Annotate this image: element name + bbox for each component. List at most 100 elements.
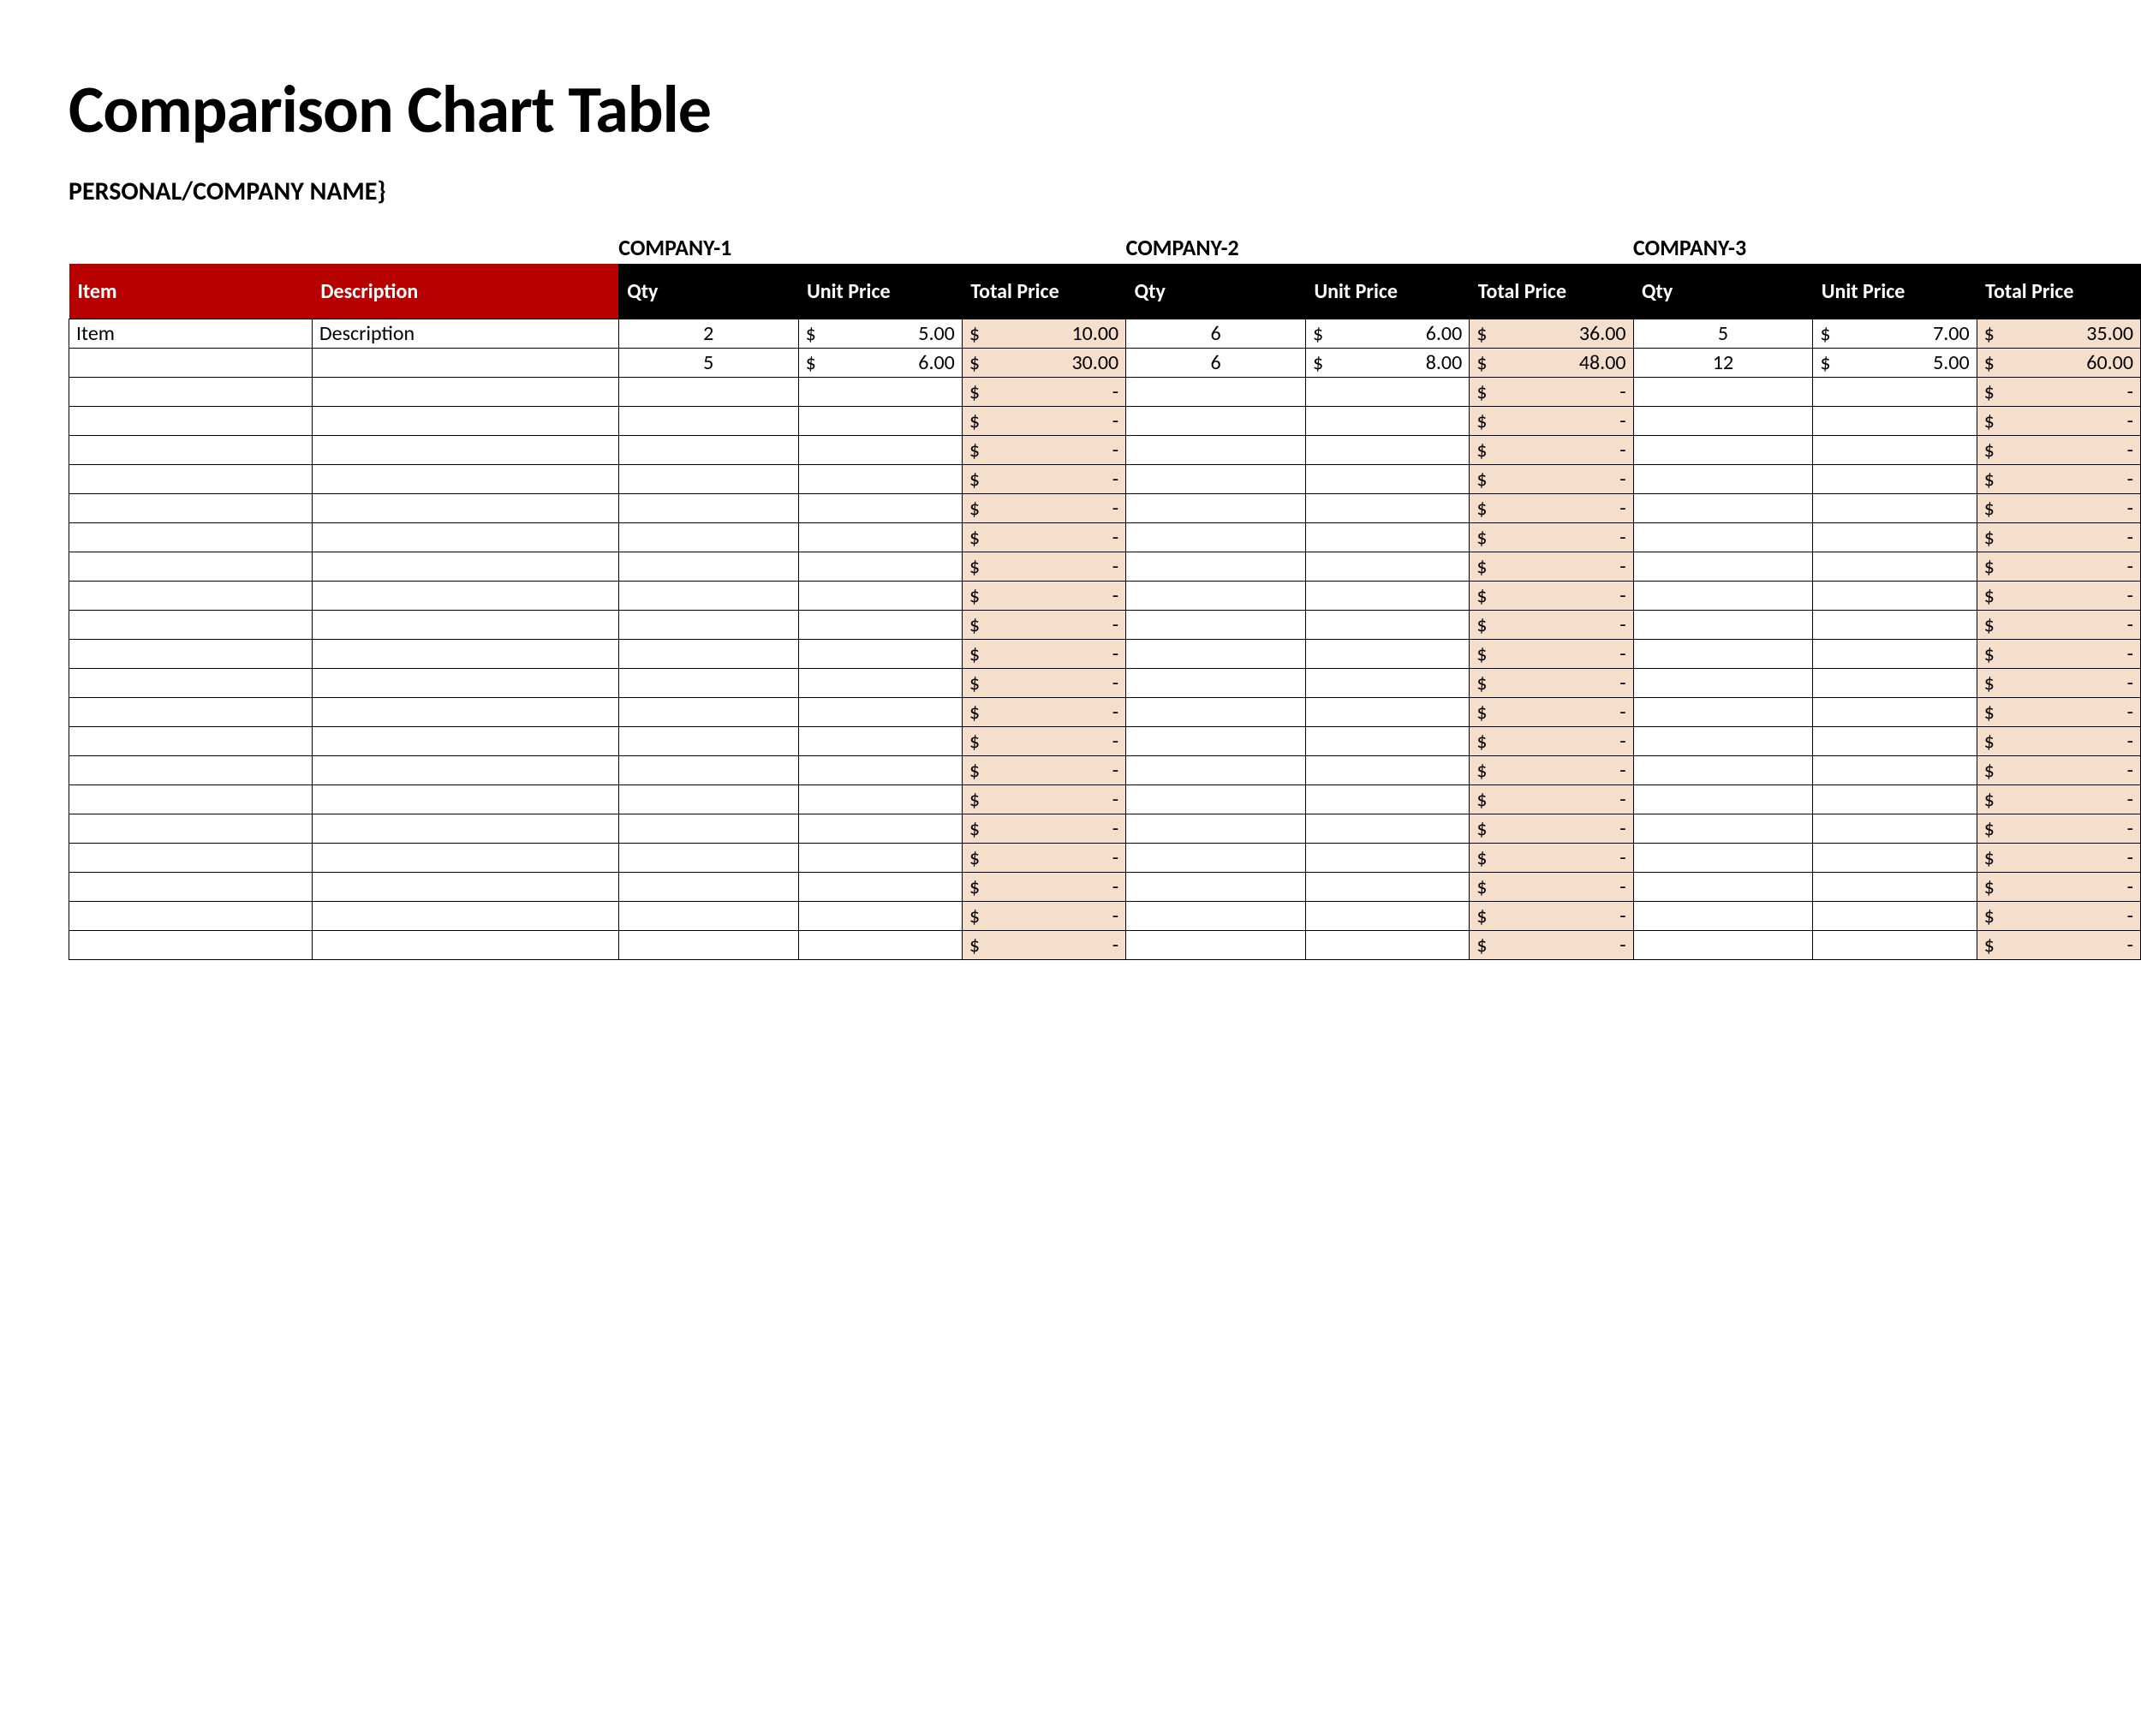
qty-cell[interactable] bbox=[1126, 698, 1306, 727]
item-cell[interactable] bbox=[69, 465, 313, 494]
unit-price-cell[interactable] bbox=[1813, 756, 1977, 785]
unit-price-cell[interactable] bbox=[1813, 931, 1977, 960]
total-price-cell[interactable]: $- bbox=[1977, 552, 2140, 582]
unit-price-cell[interactable] bbox=[1813, 378, 1977, 407]
unit-price-cell[interactable] bbox=[1305, 873, 1469, 902]
item-cell[interactable] bbox=[69, 552, 313, 582]
qty-cell[interactable]: 6 bbox=[1126, 349, 1306, 378]
qty-cell[interactable] bbox=[1633, 552, 1813, 582]
qty-cell[interactable] bbox=[1126, 494, 1306, 523]
description-cell[interactable] bbox=[312, 465, 618, 494]
unit-price-cell[interactable] bbox=[1305, 582, 1469, 611]
item-cell[interactable] bbox=[69, 582, 313, 611]
total-price-cell[interactable]: $36.00 bbox=[1470, 319, 1633, 349]
qty-cell[interactable] bbox=[1126, 611, 1306, 640]
unit-price-cell[interactable] bbox=[798, 436, 962, 465]
total-price-cell[interactable]: $- bbox=[962, 552, 1125, 582]
total-price-cell[interactable]: $- bbox=[1977, 785, 2140, 814]
unit-price-cell[interactable]: $5.00 bbox=[798, 319, 962, 349]
unit-price-cell[interactable]: $5.00 bbox=[1813, 349, 1977, 378]
total-price-cell[interactable]: $- bbox=[1470, 931, 1633, 960]
description-cell[interactable] bbox=[312, 727, 618, 756]
description-cell[interactable] bbox=[312, 873, 618, 902]
qty-cell[interactable] bbox=[1633, 523, 1813, 552]
total-price-cell[interactable]: $- bbox=[1977, 814, 2140, 844]
qty-cell[interactable] bbox=[1633, 582, 1813, 611]
item-cell[interactable] bbox=[69, 611, 313, 640]
qty-cell[interactable] bbox=[618, 931, 798, 960]
item-cell[interactable] bbox=[69, 523, 313, 552]
qty-cell[interactable] bbox=[618, 494, 798, 523]
description-cell[interactable] bbox=[312, 378, 618, 407]
total-price-cell[interactable]: $- bbox=[1470, 727, 1633, 756]
total-price-cell[interactable]: $- bbox=[962, 436, 1125, 465]
item-cell[interactable] bbox=[69, 640, 313, 669]
item-cell[interactable] bbox=[69, 931, 313, 960]
total-price-cell[interactable]: $- bbox=[1470, 785, 1633, 814]
unit-price-cell[interactable] bbox=[798, 902, 962, 931]
total-price-cell[interactable]: $- bbox=[1977, 669, 2140, 698]
total-price-cell[interactable]: $- bbox=[1470, 552, 1633, 582]
qty-cell[interactable] bbox=[618, 727, 798, 756]
unit-price-cell[interactable] bbox=[1305, 407, 1469, 436]
total-price-cell[interactable]: $- bbox=[1977, 407, 2140, 436]
unit-price-cell[interactable]: $7.00 bbox=[1813, 319, 1977, 349]
total-price-cell[interactable]: $- bbox=[962, 611, 1125, 640]
qty-cell[interactable] bbox=[618, 523, 798, 552]
qty-cell[interactable] bbox=[1633, 844, 1813, 873]
total-price-cell[interactable]: $- bbox=[962, 465, 1125, 494]
total-price-cell[interactable]: $- bbox=[1470, 378, 1633, 407]
qty-cell[interactable] bbox=[1126, 465, 1306, 494]
qty-cell[interactable]: 12 bbox=[1633, 349, 1813, 378]
qty-cell[interactable] bbox=[1126, 902, 1306, 931]
qty-cell[interactable] bbox=[1126, 844, 1306, 873]
qty-cell[interactable] bbox=[618, 611, 798, 640]
qty-cell[interactable] bbox=[1633, 611, 1813, 640]
qty-cell[interactable] bbox=[618, 582, 798, 611]
qty-cell[interactable] bbox=[1633, 931, 1813, 960]
total-price-cell[interactable]: $- bbox=[1977, 727, 2140, 756]
total-price-cell[interactable]: $- bbox=[1470, 436, 1633, 465]
total-price-cell[interactable]: $- bbox=[1977, 902, 2140, 931]
qty-cell[interactable] bbox=[618, 756, 798, 785]
qty-cell[interactable] bbox=[618, 698, 798, 727]
unit-price-cell[interactable] bbox=[798, 814, 962, 844]
total-price-cell[interactable]: $- bbox=[1977, 698, 2140, 727]
total-price-cell[interactable]: $35.00 bbox=[1977, 319, 2140, 349]
description-cell[interactable] bbox=[312, 611, 618, 640]
total-price-cell[interactable]: $- bbox=[962, 523, 1125, 552]
total-price-cell[interactable]: $- bbox=[962, 640, 1125, 669]
qty-cell[interactable] bbox=[1126, 523, 1306, 552]
item-cell[interactable] bbox=[69, 407, 313, 436]
unit-price-cell[interactable] bbox=[1305, 552, 1469, 582]
total-price-cell[interactable]: $- bbox=[962, 785, 1125, 814]
total-price-cell[interactable]: $- bbox=[962, 669, 1125, 698]
description-cell[interactable] bbox=[312, 814, 618, 844]
unit-price-cell[interactable] bbox=[798, 378, 962, 407]
item-cell[interactable]: Item bbox=[69, 319, 313, 349]
unit-price-cell[interactable] bbox=[1305, 640, 1469, 669]
total-price-cell[interactable]: $- bbox=[1977, 844, 2140, 873]
description-cell[interactable] bbox=[312, 669, 618, 698]
total-price-cell[interactable]: $- bbox=[962, 873, 1125, 902]
total-price-cell[interactable]: $30.00 bbox=[962, 349, 1125, 378]
qty-cell[interactable] bbox=[618, 873, 798, 902]
total-price-cell[interactable]: $- bbox=[1977, 378, 2140, 407]
unit-price-cell[interactable] bbox=[1305, 902, 1469, 931]
qty-cell[interactable] bbox=[1126, 873, 1306, 902]
total-price-cell[interactable]: $48.00 bbox=[1470, 349, 1633, 378]
qty-cell[interactable] bbox=[1633, 436, 1813, 465]
qty-cell[interactable] bbox=[1126, 407, 1306, 436]
item-cell[interactable] bbox=[69, 349, 313, 378]
item-cell[interactable] bbox=[69, 378, 313, 407]
qty-cell[interactable] bbox=[618, 552, 798, 582]
total-price-cell[interactable]: $- bbox=[962, 931, 1125, 960]
qty-cell[interactable] bbox=[1633, 814, 1813, 844]
total-price-cell[interactable]: $- bbox=[1470, 611, 1633, 640]
unit-price-cell[interactable] bbox=[1813, 698, 1977, 727]
item-cell[interactable] bbox=[69, 902, 313, 931]
description-cell[interactable] bbox=[312, 931, 618, 960]
total-price-cell[interactable]: $- bbox=[1470, 523, 1633, 552]
unit-price-cell[interactable] bbox=[1813, 669, 1977, 698]
unit-price-cell[interactable] bbox=[1813, 582, 1977, 611]
